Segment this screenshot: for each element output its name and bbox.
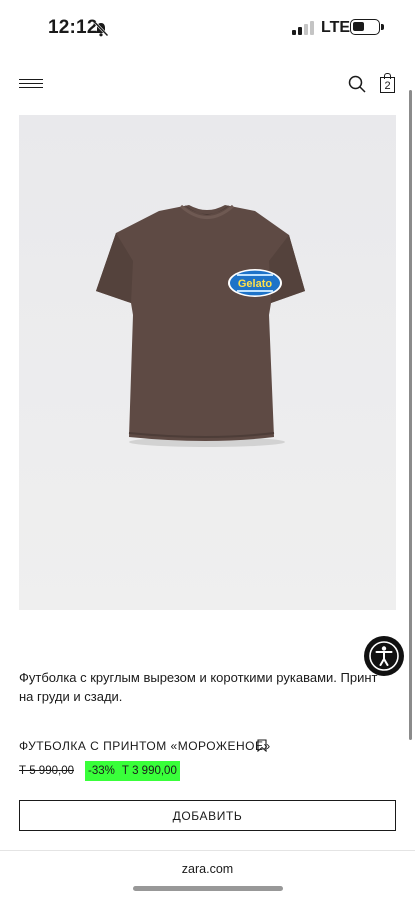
- shopping-bag-icon[interactable]: 2: [380, 73, 395, 93]
- status-time: 12:12: [48, 17, 98, 38]
- bell-off-icon: [94, 21, 109, 37]
- bag-count: 2: [384, 80, 391, 92]
- menu-icon[interactable]: [19, 77, 43, 91]
- signal-icon: [292, 21, 314, 35]
- network-type: LTE: [321, 19, 351, 36]
- old-price: Т 5 990,00: [19, 765, 74, 777]
- tshirt-illustration: Gelato: [19, 115, 396, 610]
- sale-price: Т 3 990,00: [121, 765, 177, 777]
- home-indicator[interactable]: [133, 886, 283, 891]
- search-icon[interactable]: [347, 74, 367, 94]
- url-text[interactable]: zara.com: [0, 862, 415, 876]
- add-to-cart-button[interactable]: ДОБАВИТЬ: [19, 800, 396, 831]
- status-bar: 12:12 LTE: [0, 0, 415, 56]
- scrollbar[interactable]: [409, 90, 412, 740]
- print-text: Gelato: [238, 278, 273, 290]
- product-description: Футболка с круглым вырезом и короткими р…: [19, 670, 378, 704]
- battery-icon: [350, 19, 384, 35]
- product-title: ФУТБОЛКА С ПРИНТОМ «МОРОЖЕНОЕ»: [19, 739, 271, 753]
- bookmark-icon[interactable]: [257, 739, 267, 752]
- sale-price-badge: -33% Т 3 990,00: [85, 761, 180, 781]
- product-image[interactable]: Gelato: [19, 115, 396, 610]
- discount-percent: -33%: [88, 765, 115, 777]
